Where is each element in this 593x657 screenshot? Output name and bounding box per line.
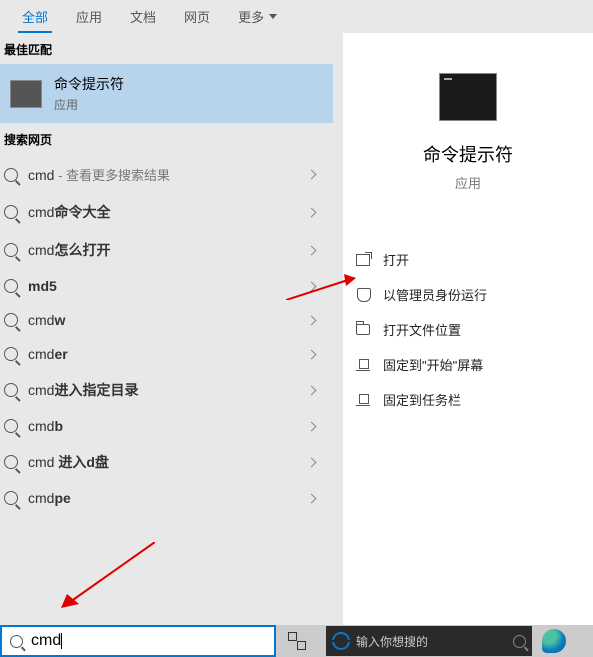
action-pin[interactable]: 固定到任务栏 (355, 382, 581, 417)
web-result-text: cmd命令大全 (28, 202, 329, 222)
search-tabs: 全部 应用 文档 网页 更多 (0, 0, 593, 33)
web-result-item[interactable]: cmd进入指定目录 (0, 371, 333, 409)
web-results-list: cmd - 查看更多搜索结果 cmd命令大全 cmd怎么打开 md5 cmdw cmder… (0, 156, 333, 515)
web-result-text: cmd 进入d盘 (28, 452, 329, 472)
web-search-header: 搜索网页 (0, 123, 333, 152)
chevron-down-icon (269, 14, 277, 19)
web-result-text: cmder (28, 346, 329, 362)
search-icon (4, 383, 18, 397)
search-icon (4, 419, 18, 433)
best-match-header: 最佳匹配 (0, 33, 333, 62)
admin-icon (357, 288, 369, 302)
web-result-item[interactable]: cmd命令大全 (0, 193, 333, 231)
web-result-text: cmdpe (28, 490, 329, 506)
cmd-app-icon (10, 80, 42, 108)
action-label: 以管理员身份运行 (383, 285, 487, 304)
tab-apps[interactable]: 应用 (62, 1, 116, 32)
web-result-item[interactable]: cmdw (0, 303, 333, 337)
search-icon (4, 205, 18, 219)
web-result-text: md5 (28, 278, 329, 294)
best-match-item[interactable]: 命令提示符 应用 (0, 64, 333, 123)
tab-all[interactable]: 全部 (8, 1, 62, 32)
best-match-title: 命令提示符 (54, 74, 124, 94)
action-open[interactable]: 打开 (355, 242, 581, 277)
web-result-item[interactable]: cmd - 查看更多搜索结果 (0, 156, 333, 193)
action-admin[interactable]: 以管理员身份运行 (355, 277, 581, 312)
pin-icon (356, 359, 370, 371)
search-icon (513, 635, 526, 648)
taskbar: cmd 输入你想搜的 (0, 625, 593, 657)
search-icon (4, 313, 18, 327)
web-result-item[interactable]: cmdpe (0, 481, 333, 515)
results-panel: 最佳匹配 命令提示符 应用 搜索网页 cmd - 查看更多搜索结果 cmd命令大全… (0, 33, 333, 625)
action-folder[interactable]: 打开文件位置 (355, 312, 581, 347)
open-icon (356, 254, 370, 266)
action-pin[interactable]: 固定到"开始"屏幕 (355, 347, 581, 382)
search-icon (10, 635, 23, 648)
tab-more[interactable]: 更多 (224, 1, 291, 32)
web-result-item[interactable]: cmd怎么打开 (0, 231, 333, 269)
folder-icon (356, 324, 370, 335)
preview-panel: 命令提示符 应用 打开以管理员身份运行打开文件位置固定到"开始"屏幕固定到任务栏 (343, 33, 593, 625)
search-icon (4, 491, 18, 505)
preview-app-icon (439, 73, 497, 121)
windows-search-box[interactable]: cmd (0, 625, 276, 657)
web-result-text: cmd怎么打开 (28, 240, 329, 260)
actions-list: 打开以管理员身份运行打开文件位置固定到"开始"屏幕固定到任务栏 (343, 242, 593, 417)
ie-icon (332, 632, 350, 650)
action-label: 固定到任务栏 (383, 390, 461, 409)
tab-web[interactable]: 网页 (170, 1, 224, 32)
search-icon (4, 347, 18, 361)
action-label: 打开 (383, 250, 409, 269)
action-label: 打开文件位置 (383, 320, 461, 339)
tab-documents[interactable]: 文档 (116, 1, 170, 32)
task-view-icon[interactable] (288, 632, 306, 650)
web-result-item[interactable]: cmdb (0, 409, 333, 443)
search-icon (4, 243, 18, 257)
cortana-placeholder: 输入你想搜的 (356, 633, 507, 650)
web-result-text: cmd进入指定目录 (28, 380, 329, 400)
pin-icon (356, 394, 370, 406)
search-input-text: cmd (31, 632, 61, 650)
web-result-item[interactable]: md5 (0, 269, 333, 303)
cortana-search-box[interactable]: 输入你想搜的 (326, 626, 532, 656)
preview-subtitle: 应用 (455, 173, 481, 192)
preview-title: 命令提示符 (423, 141, 513, 167)
action-label: 固定到"开始"屏幕 (383, 355, 483, 374)
search-icon (4, 168, 18, 182)
search-icon (4, 455, 18, 469)
web-result-text: cmdb (28, 418, 329, 434)
web-result-text: cmd - 查看更多搜索结果 (28, 165, 329, 184)
edge-icon[interactable] (542, 629, 566, 653)
web-result-text: cmdw (28, 312, 329, 328)
best-match-subtitle: 应用 (54, 96, 124, 113)
search-icon (4, 279, 18, 293)
web-result-item[interactable]: cmd 进入d盘 (0, 443, 333, 481)
web-result-item[interactable]: cmder (0, 337, 333, 371)
